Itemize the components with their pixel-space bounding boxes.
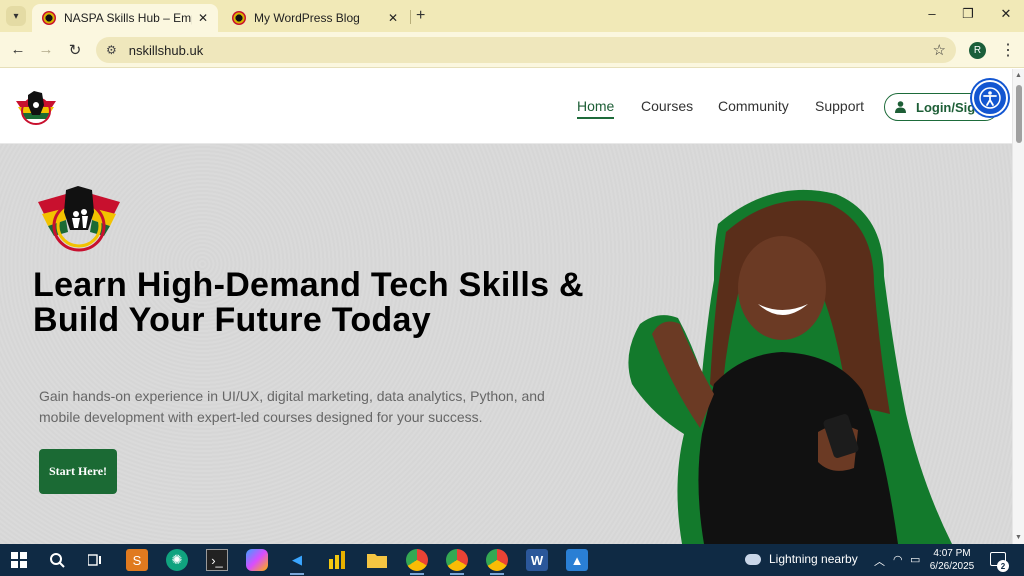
- hero-subtitle: Gain hands-on experience in UI/UX, digit…: [39, 388, 545, 425]
- reload-icon[interactable]: ↻: [66, 41, 84, 59]
- minimize-button[interactable]: –: [922, 6, 942, 21]
- tab-close-icon[interactable]: ✕: [198, 11, 208, 25]
- naspa-favicon-icon: [232, 11, 246, 25]
- tab-separator: [410, 10, 411, 24]
- nav-community[interactable]: Community: [718, 98, 789, 114]
- weather-widget[interactable]: Lightning nearby: [745, 552, 858, 566]
- chrome-r-icon[interactable]: [486, 549, 508, 575]
- nav-support[interactable]: Support: [815, 98, 864, 114]
- sublime-icon[interactable]: S: [126, 549, 148, 571]
- power-bi-icon[interactable]: [326, 549, 348, 571]
- start-here-button[interactable]: Start Here!: [39, 449, 117, 494]
- hero-section: Learn High-Demand Tech Skills & Build Yo…: [0, 144, 1012, 544]
- tab-title: NASPA Skills Hub – Empowering: [64, 11, 192, 25]
- task-view-icon[interactable]: [84, 549, 106, 571]
- site-header: Home Courses Community Support Login/Sig…: [0, 69, 1012, 144]
- clock-date: 6/26/2025: [929, 561, 975, 572]
- menu-kebab-icon[interactable]: ⋮: [1000, 40, 1016, 60]
- storm-cloud-icon: [745, 553, 761, 565]
- system-clock[interactable]: 4:07 PM 6/26/2025: [926, 547, 978, 573]
- tab-wordpress-blog[interactable]: My WordPress Blog ✕: [222, 4, 408, 32]
- accessibility-figure-icon: [979, 87, 1001, 109]
- profile-avatar[interactable]: R: [969, 42, 986, 59]
- user-icon: [895, 101, 906, 113]
- naspa-logo-icon[interactable]: [12, 87, 60, 127]
- naspa-favicon-icon: [42, 11, 56, 25]
- chrome-icon[interactable]: [406, 549, 428, 575]
- new-tab-button[interactable]: +: [416, 7, 425, 25]
- nav-home[interactable]: Home: [577, 98, 614, 114]
- address-bar[interactable]: ⚙ nskillshub.uk ☆: [96, 37, 956, 63]
- wifi-icon[interactable]: ◠: [893, 553, 903, 566]
- file-explorer-icon[interactable]: [366, 549, 388, 571]
- scroll-down-arrow-icon[interactable]: ▼: [1015, 534, 1022, 541]
- vscode-icon[interactable]: ◀: [286, 549, 308, 575]
- chatgpt-icon[interactable]: ✺: [166, 549, 188, 571]
- windows-taskbar: S ✺ ›_ ◀ W ▲ Lightning nearby ︿ ◠ ▭ 4:07…: [0, 544, 1024, 576]
- tray-chevron-icon[interactable]: ︿: [874, 553, 885, 569]
- weather-text: Lightning nearby: [769, 552, 858, 566]
- nav-courses[interactable]: Courses: [641, 98, 693, 114]
- notification-badge: 2: [997, 560, 1009, 572]
- forward-icon[interactable]: →: [37, 41, 55, 58]
- window-close-button[interactable]: ✕: [996, 6, 1016, 22]
- tab-search-icon[interactable]: ▾: [6, 6, 26, 26]
- chrome-profile-icon[interactable]: [446, 549, 468, 575]
- photos-icon[interactable]: ▲: [566, 549, 588, 571]
- tab-title: My WordPress Blog: [254, 11, 360, 25]
- windows-start-icon[interactable]: [8, 549, 30, 571]
- restore-button[interactable]: ❐: [958, 6, 978, 22]
- tab-close-icon[interactable]: ✕: [388, 11, 398, 25]
- accessibility-icon[interactable]: [972, 80, 1008, 116]
- naspa-hero-logo-icon: [38, 186, 120, 252]
- terminal-icon[interactable]: ›_: [206, 549, 228, 571]
- scroll-up-arrow-icon[interactable]: ▲: [1015, 72, 1022, 79]
- copilot-icon[interactable]: [246, 549, 268, 571]
- word-icon[interactable]: W: [526, 549, 548, 571]
- hero-student-image: [628, 189, 952, 544]
- bookmark-star-icon[interactable]: ☆: [933, 41, 946, 59]
- tab-naspa-skills-hub[interactable]: NASPA Skills Hub – Empowering ✕: [32, 4, 218, 32]
- nav-active-indicator: [577, 117, 614, 119]
- back-icon[interactable]: ←: [9, 41, 27, 58]
- battery-icon[interactable]: ▭: [910, 553, 920, 566]
- url-text[interactable]: nskillshub.uk: [129, 43, 933, 58]
- search-icon[interactable]: [46, 549, 68, 571]
- page-scrollbar[interactable]: ▲ ▼: [1012, 69, 1024, 544]
- clock-time: 4:07 PM: [933, 548, 971, 559]
- site-settings-icon[interactable]: ⚙: [106, 43, 117, 57]
- hero-title: Learn High-Demand Tech Skills & Build Yo…: [33, 266, 584, 339]
- browser-tab-strip: ▾ NASPA Skills Hub – Empowering ✕ My Wor…: [0, 0, 1024, 32]
- scroll-thumb[interactable]: [1016, 85, 1022, 143]
- browser-toolbar: ← → ↻ ⚙ nskillshub.uk ☆ R ⋮: [0, 32, 1024, 68]
